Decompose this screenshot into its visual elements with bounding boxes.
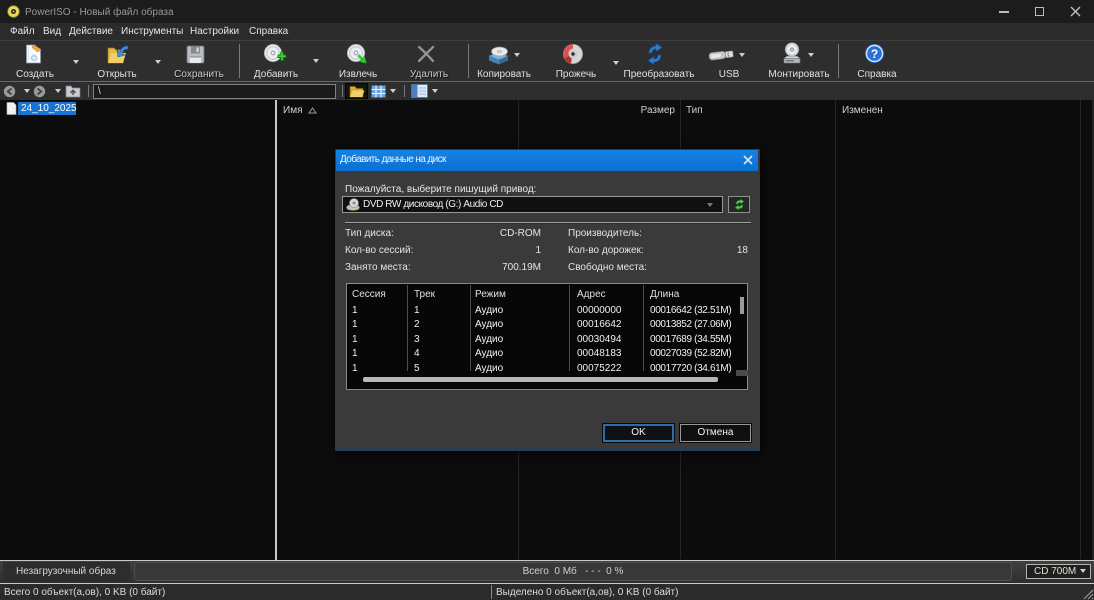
svg-text:?: ?: [871, 47, 878, 61]
